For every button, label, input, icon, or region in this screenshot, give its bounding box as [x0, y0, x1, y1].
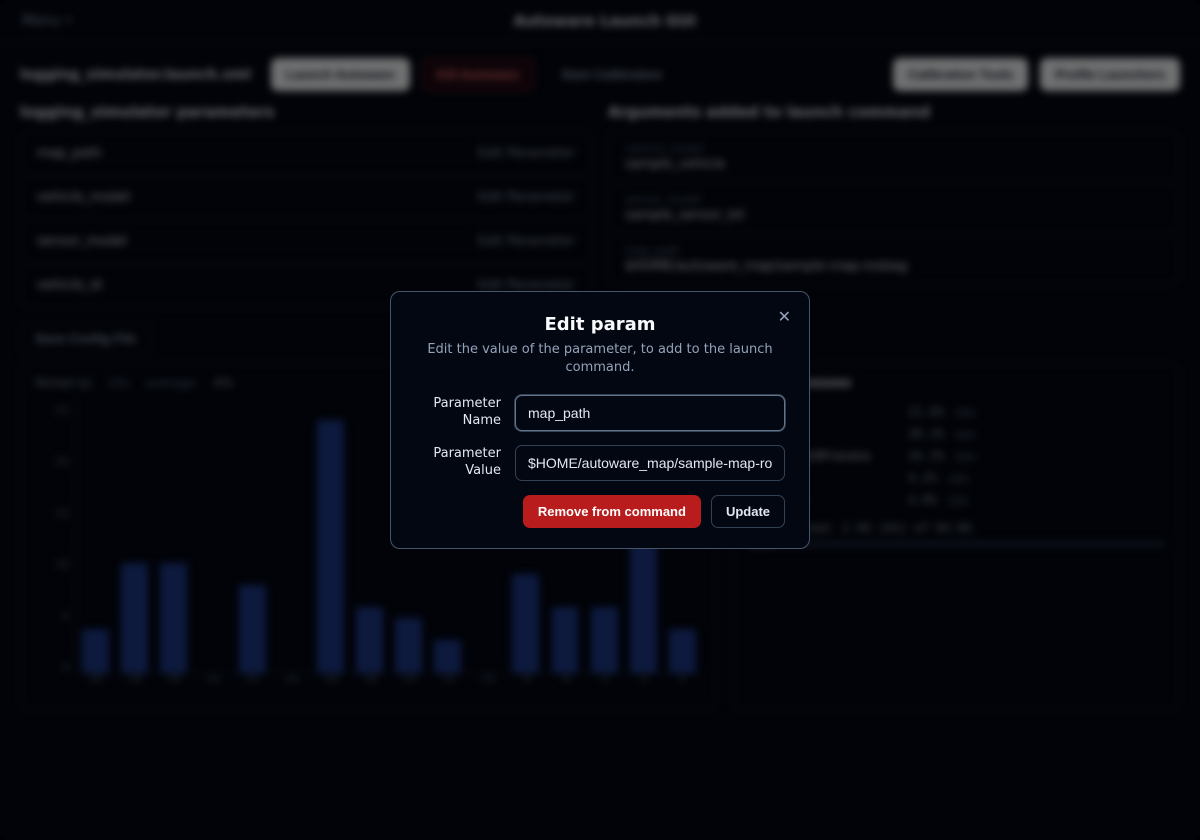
param-name-field: Parameter Name [415, 395, 785, 431]
param-value-field: Parameter Value [415, 445, 785, 481]
param-name-label: Parameter Name [415, 396, 501, 430]
param-value-label: Parameter Value [415, 446, 501, 480]
update-button[interactable]: Update [711, 495, 785, 528]
edit-param-modal: ✕ Edit param Edit the value of the param… [390, 291, 810, 549]
modal-title: Edit param [415, 314, 785, 335]
modal-actions: Remove from command Update [415, 495, 785, 528]
app-window: Menu ▾ Autoware Launch GUI logging_simul… [0, 0, 1200, 840]
param-name-input[interactable] [515, 395, 785, 431]
close-icon[interactable]: ✕ [774, 306, 795, 330]
param-value-input[interactable] [515, 445, 785, 481]
remove-from-command-button[interactable]: Remove from command [523, 495, 701, 528]
modal-subtitle: Edit the value of the parameter, to add … [415, 341, 785, 377]
modal-overlay[interactable]: ✕ Edit param Edit the value of the param… [0, 0, 1200, 840]
